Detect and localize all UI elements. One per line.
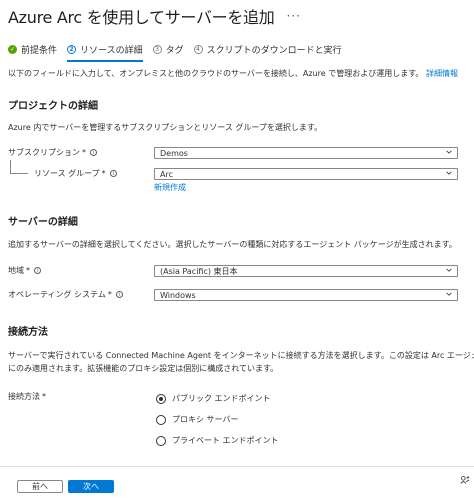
radio-proxy-server[interactable]: プロキシ サーバー — [156, 414, 238, 425]
info-icon[interactable]: i — [34, 267, 41, 274]
region-select[interactable]: (Asia Pacific) 東日本 — [154, 265, 458, 277]
page-title: Azure Arc を使用してサーバーを追加 — [8, 8, 275, 27]
os-select[interactable]: Windows — [154, 289, 458, 301]
connection-method-label: 接続方法 * — [8, 392, 46, 401]
project-details-description: Azure 内でサーバーを管理するサブスクリプションとリソース グループを選択し… — [8, 123, 323, 132]
learn-more-link[interactable]: 詳細情報 — [426, 69, 458, 78]
checkmark-icon: ✓ — [8, 45, 17, 54]
radio-public-endpoint[interactable]: パブリック エンドポイント — [156, 393, 271, 404]
chevron-down-icon — [446, 292, 452, 296]
server-details-heading: サーバーの詳細 — [8, 217, 78, 228]
more-options-button[interactable]: ··· — [286, 9, 300, 23]
footer-divider — [0, 466, 474, 467]
tab-tags[interactable]: 3 タグ — [152, 43, 184, 56]
create-new-link[interactable]: 新規作成 — [154, 182, 186, 193]
tree-connector — [10, 160, 11, 174]
previous-button[interactable]: 前へ — [17, 480, 63, 493]
region-label: 地域 * i — [8, 265, 41, 276]
server-details-description: 追加するサーバーの詳細を選択してください。選択したサーバーの種類に対応するエージ… — [8, 240, 457, 249]
radio-button[interactable] — [156, 414, 166, 425]
tab-label: リソースの詳細 — [80, 46, 143, 56]
os-label: オペレーティング システム * i — [8, 289, 123, 300]
radio-button-selected[interactable] — [156, 393, 166, 404]
intro-text: 以下のフィールドに入力して、オンプレミスと他のクラウドのサーバーを接続し、Azu… — [8, 69, 458, 78]
connection-method-heading: 接続方法 — [8, 327, 48, 338]
step-number-icon: 4 — [193, 45, 203, 54]
info-icon[interactable]: i — [90, 149, 97, 156]
connection-method-description-2: にのみ適用されます。拡張機能のプロキシ設定は個別に構成されています。 — [8, 364, 279, 373]
wizard-steps: ✓ 前提条件 2 リソースの詳細 3 タグ 4 スクリプトのダウンロードと実行 — [8, 43, 352, 62]
subscription-label: サブスクリプション * i — [8, 147, 97, 158]
header: Azure Arc を使用してサーバーを追加 ··· — [8, 4, 301, 28]
feedback-icon[interactable] — [460, 475, 470, 485]
step-number-icon: 3 — [152, 45, 162, 54]
tab-download-run-script[interactable]: 4 スクリプトのダウンロードと実行 — [193, 43, 342, 56]
resource-group-select[interactable]: Arc — [154, 168, 458, 180]
resource-group-label: リソース グループ * i — [34, 168, 117, 179]
chevron-down-icon — [446, 150, 452, 154]
tab-prerequisites[interactable]: ✓ 前提条件 — [8, 43, 57, 56]
subscription-select[interactable]: Demos — [154, 147, 458, 159]
step-number-icon: 2 — [67, 45, 77, 54]
info-icon[interactable]: i — [115, 291, 123, 298]
project-details-heading: プロジェクトの詳細 — [8, 101, 98, 112]
next-button[interactable]: 次へ — [68, 480, 114, 493]
radio-button[interactable] — [156, 435, 166, 446]
tab-label: 前提条件 — [21, 46, 58, 56]
tab-label: タグ — [165, 46, 184, 56]
chevron-down-icon — [446, 268, 452, 272]
info-icon[interactable]: i — [109, 170, 117, 177]
tab-label: スクリプトのダウンロードと実行 — [206, 46, 342, 56]
tab-resource-details[interactable]: 2 リソースの詳細 — [67, 43, 143, 62]
connection-method-description-1: サーバーで実行されている Connected Machine Agent をイン… — [8, 351, 474, 360]
chevron-down-icon — [446, 171, 452, 175]
tree-connector — [10, 173, 28, 174]
radio-private-endpoint[interactable]: プライベート エンドポイント — [156, 435, 279, 446]
